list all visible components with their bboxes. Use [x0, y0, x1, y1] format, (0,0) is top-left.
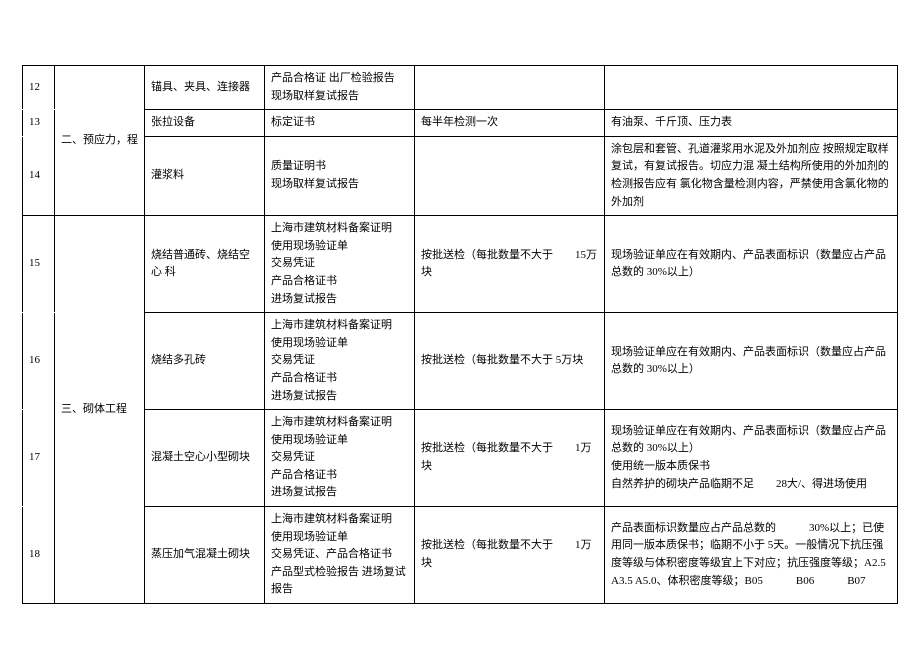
check-cell — [415, 136, 605, 215]
material-cell: 灌浆料 — [145, 136, 265, 215]
row-number: 16 — [23, 313, 55, 410]
row-number: 14 — [23, 136, 55, 215]
material-cell: 锚具、夹具、连接器 — [145, 66, 265, 110]
materials-table: 12 二、预应力，程 锚具、夹具、连接器 产品合格证 出厂检验报告 现场取样复试… — [22, 65, 898, 604]
row-number: 18 — [23, 507, 55, 604]
doc-cell: 上海市建筑材料备案证明 使用现场验证单 交易凭证 产品合格证书 进场复试报告 — [265, 313, 415, 410]
note-cell: 涂包层和套管、孔道灌浆用水泥及外加剂应 按照规定取样复试，有复试报告。切应力混 … — [605, 136, 898, 215]
row-number: 13 — [23, 110, 55, 137]
table-row: 18 蒸压加气混凝土砌块 上海市建筑材料备案证明 使用现场验证单 交易凭证、产品… — [23, 507, 898, 604]
material-cell: 烧结普通砖、烧结空心 科 — [145, 216, 265, 313]
row-number: 12 — [23, 66, 55, 110]
doc-cell: 产品合格证 出厂检验报告 现场取样复试报告 — [265, 66, 415, 110]
note-cell — [605, 66, 898, 110]
note-cell: 现场验证单应在有效期内、产品表面标识（数量应占产品总数的 30%以上） — [605, 313, 898, 410]
table-row: 15 三、砌体工程 烧结普通砖、烧结空心 科 上海市建筑材料备案证明 使用现场验… — [23, 216, 898, 313]
check-cell — [415, 66, 605, 110]
category-cell: 二、预应力，程 — [55, 66, 145, 216]
table-row: 12 二、预应力，程 锚具、夹具、连接器 产品合格证 出厂检验报告 现场取样复试… — [23, 66, 898, 110]
table-row: 14 灌浆料 质量证明书 现场取样复试报告 涂包层和套管、孔道灌浆用水泥及外加剂… — [23, 136, 898, 215]
doc-cell: 上海市建筑材料备案证明 使用现场验证单 交易凭证 产品合格证书 进场复试报告 — [265, 410, 415, 507]
note-cell: 现场验证单应在有效期内、产品表面标识（数量应占产品总数的 30%以上） — [605, 216, 898, 313]
category-cell: 三、砌体工程 — [55, 216, 145, 604]
doc-cell: 质量证明书 现场取样复试报告 — [265, 136, 415, 215]
material-cell: 张拉设备 — [145, 110, 265, 137]
row-number: 17 — [23, 410, 55, 507]
table-row: 17 混凝土空心小型砌块 上海市建筑材料备案证明 使用现场验证单 交易凭证 产品… — [23, 410, 898, 507]
material-cell: 蒸压加气混凝土砌块 — [145, 507, 265, 604]
note-cell: 有油泵、千斤顶、压力表 — [605, 110, 898, 137]
check-cell: 按批送检（每批数量不大于 15万块 — [415, 216, 605, 313]
check-cell: 按批送检（每批数量不大于 5万块 — [415, 313, 605, 410]
check-cell: 每半年检测一次 — [415, 110, 605, 137]
doc-cell: 上海市建筑材料备案证明 使用现场验证单 交易凭证 产品合格证书 进场复试报告 — [265, 216, 415, 313]
table-row: 16 烧结多孔砖 上海市建筑材料备案证明 使用现场验证单 交易凭证 产品合格证书… — [23, 313, 898, 410]
row-number: 15 — [23, 216, 55, 313]
doc-cell: 标定证书 — [265, 110, 415, 137]
check-cell: 按批送检（每批数量不大于 1万块 — [415, 507, 605, 604]
material-cell: 混凝土空心小型砌块 — [145, 410, 265, 507]
doc-cell: 上海市建筑材料备案证明 使用现场验证单 交易凭证、产品合格证书 产品型式检验报告… — [265, 507, 415, 604]
material-cell: 烧结多孔砖 — [145, 313, 265, 410]
note-cell: 产品表面标识数量应占产品总数的 30%以上；已使用同一版本质保书；临期不小于 5… — [605, 507, 898, 604]
table-row: 13 张拉设备 标定证书 每半年检测一次 有油泵、千斤顶、压力表 — [23, 110, 898, 137]
check-cell: 按批送检（每批数量不大于 1万块 — [415, 410, 605, 507]
note-cell: 现场验证单应在有效期内、产品表面标识（数量应占产品总数的 30%以上） 使用统一… — [605, 410, 898, 507]
